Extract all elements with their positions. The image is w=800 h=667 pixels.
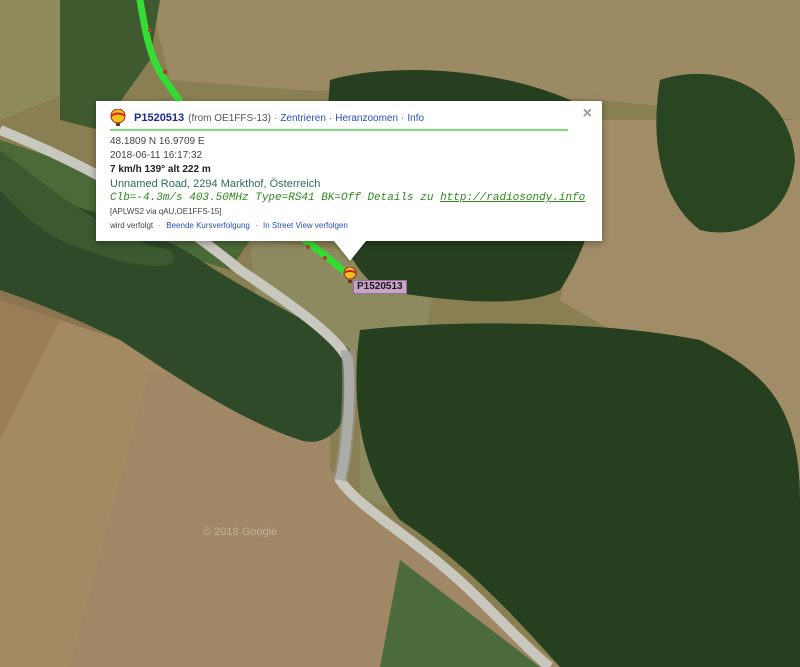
separator: ·: [255, 221, 258, 230]
coordinates: 48.1809 N 16.9709 E: [110, 136, 205, 147]
source-station: (from OE1FFS-13): [188, 112, 271, 124]
radiosondy-link[interactable]: http://radiosondy.info: [440, 192, 585, 204]
info-link[interactable]: Info: [407, 113, 424, 124]
header-divider: [110, 129, 568, 131]
address: Unnamed Road, 2294 Markthof, Österreich: [110, 178, 321, 190]
timestamp: 2018-06-11 16:17:32: [110, 150, 203, 161]
popup-header: P1520513 (from OE1FFS-13) · Zentrieren ·…: [110, 109, 588, 127]
digipeater-path: [APLWS2 via qAU,OE1FFS-15]: [110, 207, 222, 216]
close-icon[interactable]: ×: [583, 105, 592, 123]
speed-altitude: 7 km/h 139° alt 222 m: [110, 164, 211, 175]
center-link[interactable]: Zentrieren: [280, 113, 326, 124]
popup-tail: [334, 241, 366, 261]
marker-label[interactable]: P1520513: [353, 280, 407, 294]
balloon-icon: [110, 109, 126, 126]
zoom-in-link[interactable]: Heranzoomen: [335, 113, 398, 124]
stop-tracking-link[interactable]: Beende Kursverfolgung: [166, 221, 250, 230]
tracking-status: wird verfolgt: [110, 221, 154, 230]
tracking-row: wird verfolgt · Beende Kursverfolgung · …: [110, 219, 588, 233]
info-popup: × P1520513 (from OE1FFS-13) · Zentrieren…: [96, 101, 602, 241]
map-watermark: © 2018 Google: [203, 526, 278, 538]
comment-text: Clb=-4.3m/s 403.50MHz Type=RS41 BK=Off D…: [110, 192, 441, 204]
callsign[interactable]: P1520513: [134, 112, 184, 124]
separator: ·: [158, 221, 162, 230]
separator: ·: [273, 112, 278, 124]
comment: Clb=-4.3m/s 403.50MHz Type=RS41 BK=Off D…: [110, 191, 588, 205]
street-view-link[interactable]: In Street View verfolgen: [263, 221, 348, 230]
separator: ·: [328, 112, 333, 124]
separator: ·: [401, 112, 405, 124]
